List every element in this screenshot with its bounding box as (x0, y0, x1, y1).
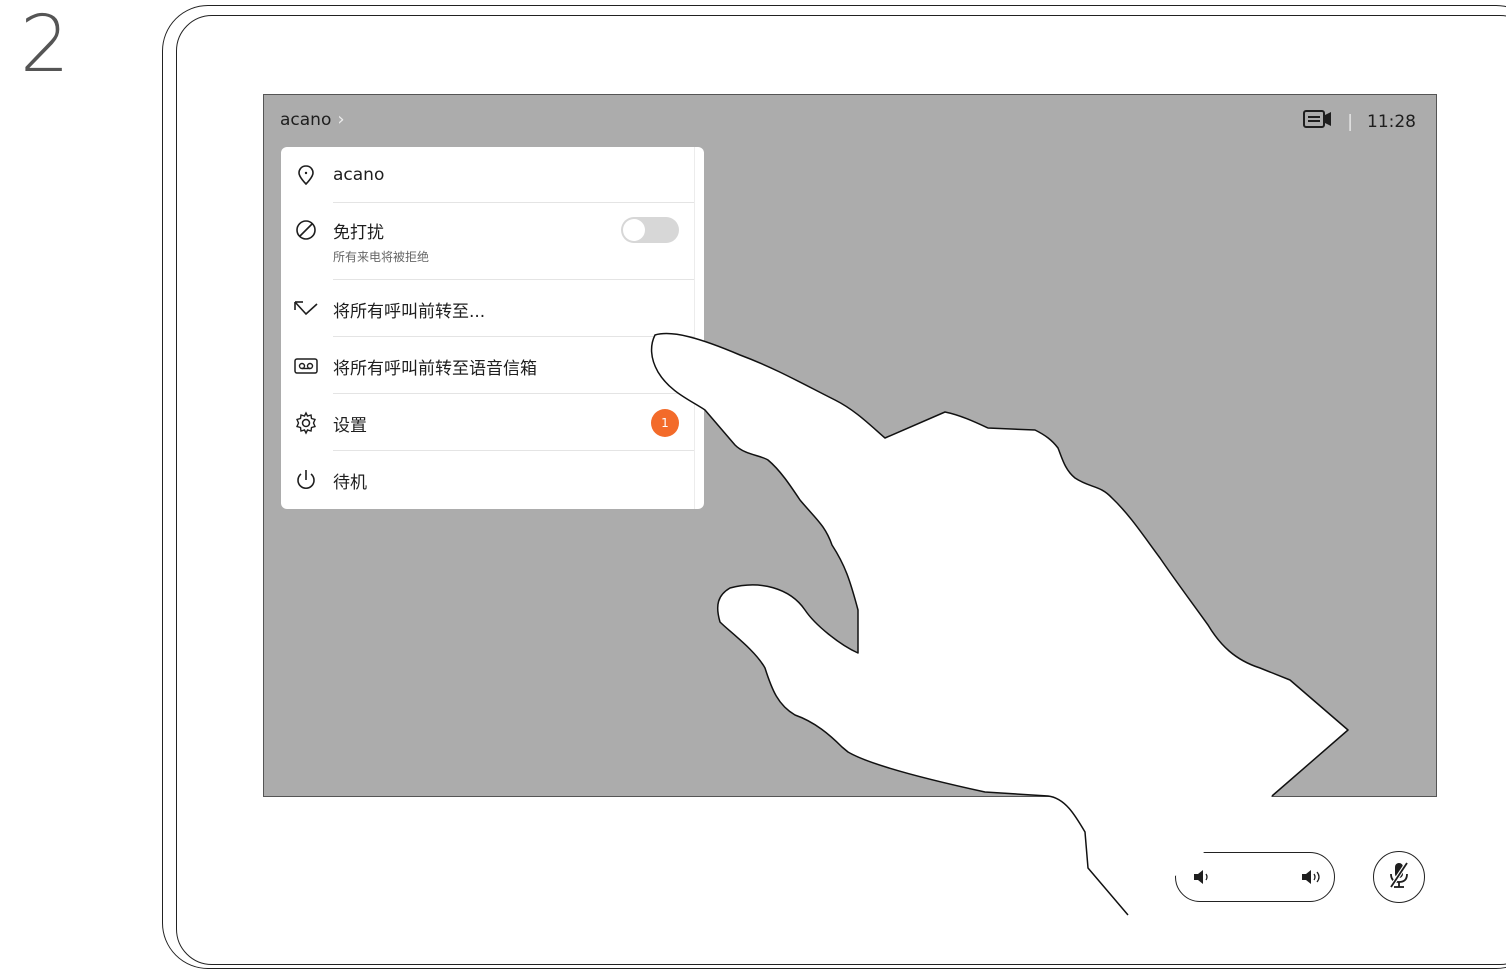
separator: | (1347, 111, 1353, 132)
volume-up-icon[interactable] (1300, 868, 1324, 890)
dropdown-menu: acano 免打扰 所有来电将被拒绝 将所有呼叫前转至... 将所有呼叫前转至语… (281, 147, 704, 509)
breadcrumb-label: acano (280, 109, 332, 130)
divider (333, 393, 694, 394)
menu-item-label: 将所有呼叫前转至... (333, 301, 486, 322)
step-number: 2 (20, 0, 70, 90)
scrollbar[interactable] (694, 147, 695, 509)
menu-item-settings[interactable]: 设置 1 (281, 405, 704, 441)
dnd-toggle[interactable] (621, 217, 679, 243)
divider (333, 450, 694, 451)
menu-item-location[interactable]: acano (281, 157, 704, 193)
location-pin-icon (293, 162, 319, 188)
gear-icon (293, 410, 319, 436)
toggle-knob (623, 219, 645, 241)
notification-badge: 1 (651, 409, 679, 437)
menu-item-label: 将所有呼叫前转至语音信箱 (333, 358, 537, 379)
clock: 11:28 (1367, 111, 1416, 132)
do-not-disturb-icon (293, 217, 319, 243)
menu-item-forward-voicemail[interactable]: 将所有呼叫前转至语音信箱 (281, 348, 704, 384)
menu-item-forward-all[interactable]: 将所有呼叫前转至... (281, 291, 704, 327)
layout-camera-icon[interactable] (1303, 109, 1333, 134)
breadcrumb[interactable]: acano › (280, 109, 345, 130)
menu-item-do-not-disturb[interactable]: 免打扰 (281, 217, 704, 243)
menu-item-label: 设置 (333, 415, 367, 436)
call-forward-icon (293, 296, 319, 322)
voicemail-icon (293, 353, 319, 379)
menu-item-label: 免打扰 (333, 222, 384, 243)
divider (333, 202, 694, 203)
divider (333, 279, 694, 280)
microphone-muted-icon (1385, 860, 1413, 894)
menu-item-sublabel: 所有来电将被拒绝 (333, 249, 430, 264)
chevron-right-icon: › (337, 109, 345, 130)
menu-item-label: 待机 (333, 472, 367, 493)
divider (333, 336, 694, 337)
power-icon (293, 467, 319, 493)
volume-down-icon[interactable] (1192, 868, 1212, 890)
status-bar: | 11:28 (1303, 109, 1416, 134)
volume-control[interactable] (1175, 852, 1335, 902)
touch-screen: acano › | 11:28 acano 免打扰 所有来电将被拒绝 将所有呼叫… (263, 94, 1437, 797)
menu-item-sublabel-row: 所有来电将被拒绝 (281, 247, 704, 265)
menu-item-label: acano (333, 165, 385, 185)
menu-item-standby[interactable]: 待机 (281, 462, 704, 498)
mute-microphone-button[interactable] (1373, 851, 1425, 903)
